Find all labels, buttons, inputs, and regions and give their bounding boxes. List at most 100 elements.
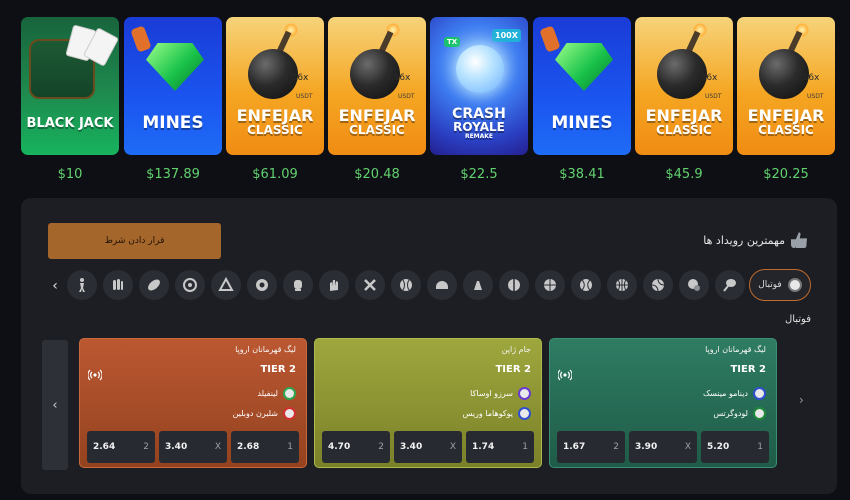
sport-filter-football[interactable]: فوتبال — [749, 269, 811, 301]
sport-filter-badminton[interactable] — [463, 270, 493, 300]
sport-filter-darts[interactable] — [175, 270, 205, 300]
sport-filter-snooker[interactable] — [211, 270, 241, 300]
glove-icon — [294, 280, 302, 291]
shovel-icon — [539, 25, 561, 53]
sport-filter-label: فوتبال — [758, 280, 782, 290]
odd-button-away[interactable]: 1.67 2 — [557, 431, 625, 463]
team-name: یوکوهاما وریس — [462, 409, 513, 418]
multiplier-text: 2.86x — [385, 73, 411, 83]
sport-filter-volleyball[interactable] — [103, 270, 133, 300]
sport-filter-tennis[interactable] — [571, 270, 601, 300]
odds-row: 1.67 2 3.90 X 5.20 1 — [557, 431, 769, 463]
team-name: لودوگرتس — [713, 409, 748, 418]
odd-button-home[interactable]: 5.20 1 — [701, 431, 769, 463]
next-matches-button[interactable]: › — [799, 393, 811, 407]
game-tile-enfejar[interactable]: 2.86x USDT ENFEJAR CLASSIC — [635, 17, 733, 155]
match-card[interactable]: جام ژاپن TIER 2 سرزو اوساکا یوکوهاما وری… — [314, 338, 542, 468]
sport-filter-basketball-2[interactable] — [535, 270, 565, 300]
odd-key: 1 — [287, 442, 293, 452]
cross-bats-icon — [364, 279, 376, 291]
odd-button-home[interactable]: 2.68 1 — [231, 431, 299, 463]
team-name: لینفیلد — [257, 389, 278, 398]
sport-filter-row: ‹ فوتبال — [47, 269, 811, 302]
game-tile-mines[interactable]: MINES — [124, 17, 222, 155]
game-amount: $10 — [57, 167, 83, 182]
odd-button-away[interactable]: 4.70 2 — [322, 431, 390, 463]
odd-button-home[interactable]: 1.74 1 — [466, 431, 534, 463]
crash-badge: TX — [444, 37, 461, 47]
live-broadcast-icon — [88, 369, 102, 381]
ping-pong-icon — [508, 279, 520, 291]
game-subtitle: REMAKE — [464, 133, 494, 140]
chevron-right-icon: › — [799, 393, 804, 407]
tier-label: TIER 2 — [730, 364, 766, 375]
game-tile-mines[interactable]: MINES — [533, 17, 631, 155]
game-amount: $38.41 — [559, 167, 605, 182]
game-amount: $61.09 — [252, 167, 298, 182]
sport-filter-basketball[interactable] — [607, 270, 637, 300]
team-name: دینامو مینسک — [702, 389, 748, 398]
game-title: MINES — [142, 113, 204, 133]
prev-matches-button[interactable]: ‹ — [42, 340, 68, 470]
team-crest-icon — [518, 387, 531, 400]
game-amount: $20.48 — [354, 167, 400, 182]
game-subtitle: CLASSIC — [247, 123, 303, 137]
odd-key: 1 — [757, 442, 763, 452]
odd-key: 1 — [522, 442, 528, 452]
game-title: ENFEJAR — [645, 106, 723, 125]
game-tile-enfejar[interactable]: 2.86x USDT ENFEJAR CLASSIC — [226, 17, 324, 155]
sport-filter-ice-hockey[interactable] — [427, 270, 457, 300]
multiplier-text: 2.86x — [283, 73, 309, 83]
odd-button-draw[interactable]: 3.40 X — [394, 431, 462, 463]
sport-filter-boxing[interactable] — [283, 270, 313, 300]
odd-value: 2.68 — [237, 442, 260, 452]
team-crest-icon — [283, 407, 296, 420]
team-crest-icon — [753, 407, 766, 420]
multi-ball-icon — [688, 279, 700, 291]
team-crest-icon — [518, 407, 531, 420]
odd-value: 3.90 — [635, 442, 658, 452]
game-title: MINES — [551, 113, 613, 133]
game-amount: $137.89 — [146, 167, 200, 182]
game-title: BLACK JACK — [26, 116, 114, 131]
target-icon — [183, 278, 197, 292]
team-name: سرزو اوساکا — [470, 389, 513, 398]
team-crest-icon — [283, 387, 296, 400]
odd-value: 4.70 — [328, 442, 351, 452]
sport-filter-rugby[interactable] — [139, 270, 169, 300]
chevron-left-icon[interactable]: ‹ — [47, 276, 63, 296]
sport-filter-baseball[interactable] — [391, 270, 421, 300]
sport-filter-cricket[interactable] — [355, 270, 385, 300]
place-bet-button[interactable]: قرار دادن شرط — [48, 223, 221, 259]
match-card[interactable]: لیگ قهرمانان اروپا TIER 2 لینفیلد شلبرن … — [79, 338, 307, 468]
team-away: لودوگرتس — [713, 407, 766, 420]
shovel-icon — [130, 25, 152, 53]
game-title: ENFEJAR — [236, 106, 314, 125]
game-tile-enfejar[interactable]: 2.86x USDT ENFEJAR CLASSIC — [328, 17, 426, 155]
team-away: یوکوهاما وریس — [463, 407, 531, 420]
match-card[interactable]: لیگ قهرمانان اروپا TIER 2 دینامو مینسک ل… — [549, 338, 777, 468]
sport-filter-futsal[interactable] — [67, 270, 97, 300]
odd-key: 2 — [378, 442, 384, 452]
sport-filter-other[interactable] — [715, 270, 745, 300]
sport-filter-handball[interactable] — [319, 270, 349, 300]
ball-icon — [256, 279, 268, 291]
odd-button-away[interactable]: 2.64 2 — [87, 431, 155, 463]
sport-filter-water-polo[interactable] — [247, 270, 277, 300]
helmet-icon — [436, 281, 448, 289]
odd-button-draw[interactable]: 3.40 X — [159, 431, 227, 463]
sport-filter-volleyball-2[interactable] — [643, 270, 673, 300]
sport-filter-table-tennis[interactable] — [499, 270, 529, 300]
odd-value: 1.74 — [472, 442, 495, 452]
sport-filter-mixed[interactable] — [679, 270, 709, 300]
tennis-ball-icon — [580, 279, 592, 291]
team-home: لینفیلد — [257, 387, 296, 400]
bowling-icon — [113, 279, 123, 290]
game-tile-enfejar[interactable]: 2.86x USDT ENFEJAR CLASSIC — [737, 17, 835, 155]
odd-key: 2 — [143, 442, 149, 452]
volleyball-icon — [651, 278, 665, 292]
odd-value: 1.67 — [563, 442, 586, 452]
game-tile-crash-royale[interactable]: TX 100X CRASH ROYALE REMAKE — [430, 17, 528, 155]
game-tile-blackjack[interactable]: BLACK JACK — [21, 17, 119, 155]
odd-button-draw[interactable]: 3.90 X — [629, 431, 697, 463]
